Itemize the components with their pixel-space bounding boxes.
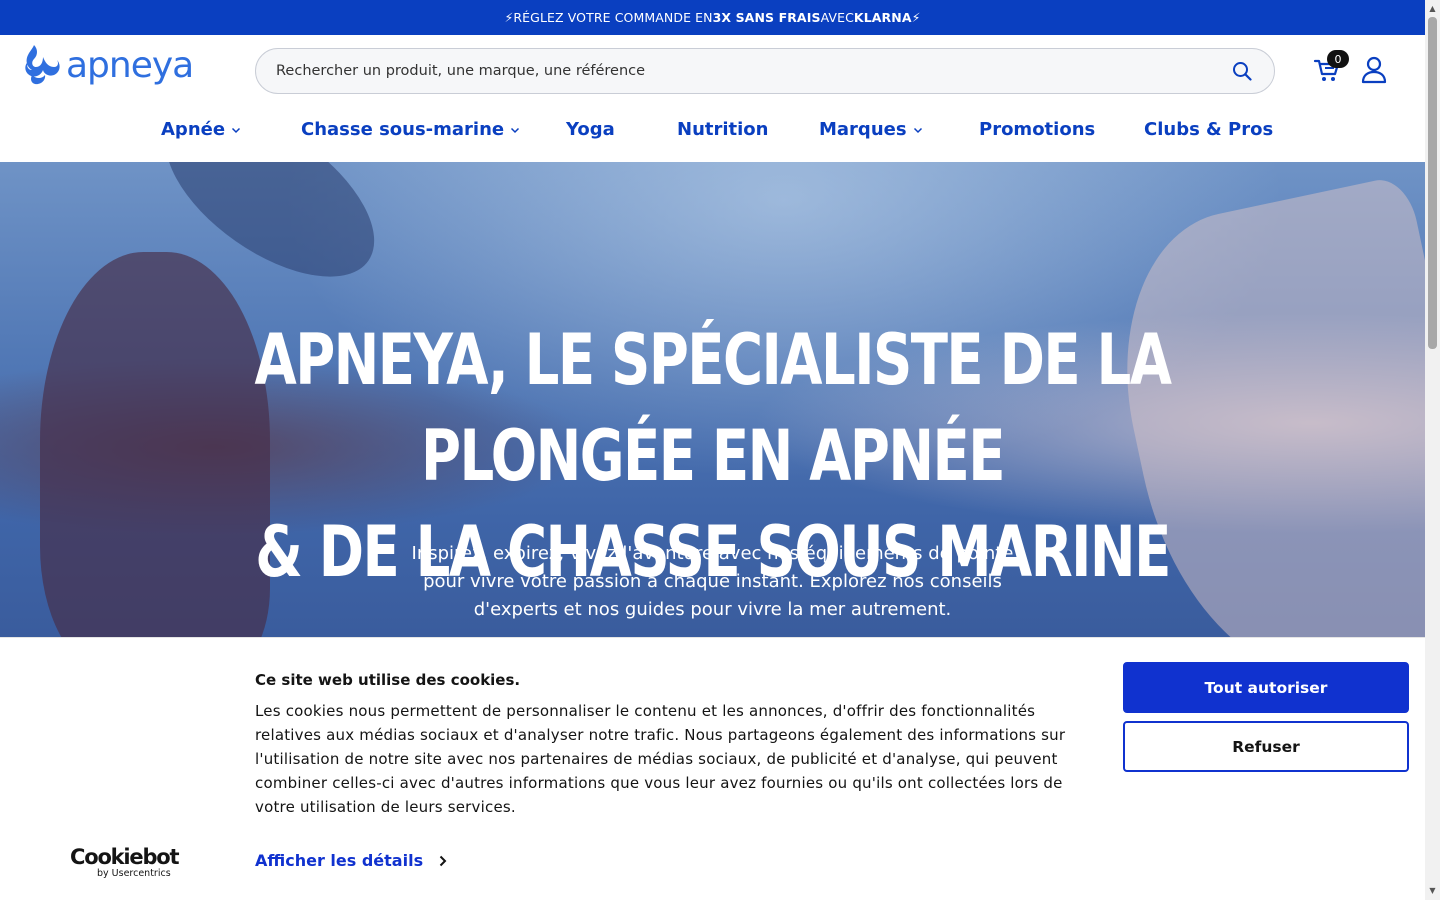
nav-item-label: Clubs & Pros — [1144, 119, 1274, 140]
nav-item-label: Apnée — [161, 119, 226, 140]
allow-all-button[interactable]: Tout autoriser — [1123, 662, 1409, 713]
announcement-middle: AVEC — [820, 10, 854, 25]
chevron-down-icon — [511, 127, 520, 133]
scroll-down-arrow-icon[interactable]: ▼ — [1428, 886, 1437, 895]
search-bar — [255, 48, 1275, 94]
nav-item-label: Yoga — [566, 119, 615, 140]
hero-banner: APNEYA, LE SPÉCIALISTE DE LA PLONGÉE EN … — [0, 162, 1425, 637]
announcement-highlight-2: KLARNA — [853, 10, 912, 25]
cookiebot-byline: by Usercentrics — [97, 868, 171, 879]
nav-item-apnee[interactable]: Apnée — [161, 119, 241, 140]
logo-mark-icon — [25, 45, 60, 85]
nav-item-chasse-sous-marine[interactable]: Chasse sous-marine — [301, 119, 520, 140]
site-header: apneya 0 Apnée Chasse sous- — [0, 35, 1425, 162]
nav-item-label: Promotions — [979, 119, 1096, 140]
nav-item-label: Nutrition — [677, 119, 769, 140]
announcement-bar: ⚡RÉGLEZ VOTRE COMMANDE EN 3X SANS FRAIS … — [0, 0, 1425, 35]
main-nav: Apnée Chasse sous-marine Yoga Nutrition … — [0, 119, 1425, 147]
scroll-thumb[interactable] — [1428, 17, 1437, 349]
cart-count-badge: 0 — [1327, 50, 1349, 68]
show-details-label: Afficher les détails — [255, 851, 424, 870]
page-scrollbar[interactable]: ▲ ▼ — [1425, 0, 1440, 900]
nav-item-yoga[interactable]: Yoga — [566, 119, 615, 140]
account-button[interactable] — [1361, 56, 1387, 84]
logo-text: apneya — [66, 44, 194, 86]
site-logo[interactable]: apneya — [24, 43, 194, 87]
show-details-link[interactable]: Afficher les détails — [255, 851, 447, 870]
scroll-up-arrow-icon[interactable]: ▲ — [1428, 4, 1437, 13]
chevron-down-icon — [232, 127, 241, 133]
announcement-suffix: ⚡ — [911, 10, 921, 25]
cookiebot-wordmark: Cookiebot — [70, 845, 180, 869]
nav-item-promotions[interactable]: Promotions — [979, 119, 1095, 140]
nav-item-label: Marques — [819, 119, 907, 140]
search-input[interactable] — [276, 63, 1230, 79]
refuse-button[interactable]: Refuser — [1123, 721, 1409, 772]
search-button[interactable] — [1230, 59, 1254, 83]
announcement-highlight-1: 3X SANS FRAIS — [712, 10, 821, 25]
cookie-title: Ce site web utilise des cookies. — [255, 671, 521, 689]
cookie-description: Les cookies nous permettent de personnal… — [255, 702, 1066, 816]
user-icon — [1361, 56, 1387, 84]
search-icon — [1233, 62, 1252, 81]
nav-item-marques[interactable]: Marques — [819, 119, 923, 140]
nav-item-label: Chasse sous-marine — [301, 119, 505, 140]
nav-item-clubs-pros[interactable]: Clubs & Pros — [1144, 119, 1273, 140]
nav-item-nutrition[interactable]: Nutrition — [677, 119, 769, 140]
announcement-prefix: ⚡RÉGLEZ VOTRE COMMANDE EN — [504, 10, 713, 25]
hero-title-line-1: APNEYA, LE SPÉCIALISTE DE LA PLONGÉE EN … — [254, 319, 1173, 497]
chevron-right-icon — [439, 855, 447, 866]
hero-subtitle: Inspirez, expirez, vivez l'aventure avec… — [411, 543, 1014, 620]
cookie-consent-banner: Cookiebot by Usercentrics Ce site web ut… — [0, 637, 1425, 900]
chevron-down-icon — [913, 127, 922, 133]
cookiebot-logo: Cookiebot by Usercentrics — [70, 845, 180, 879]
